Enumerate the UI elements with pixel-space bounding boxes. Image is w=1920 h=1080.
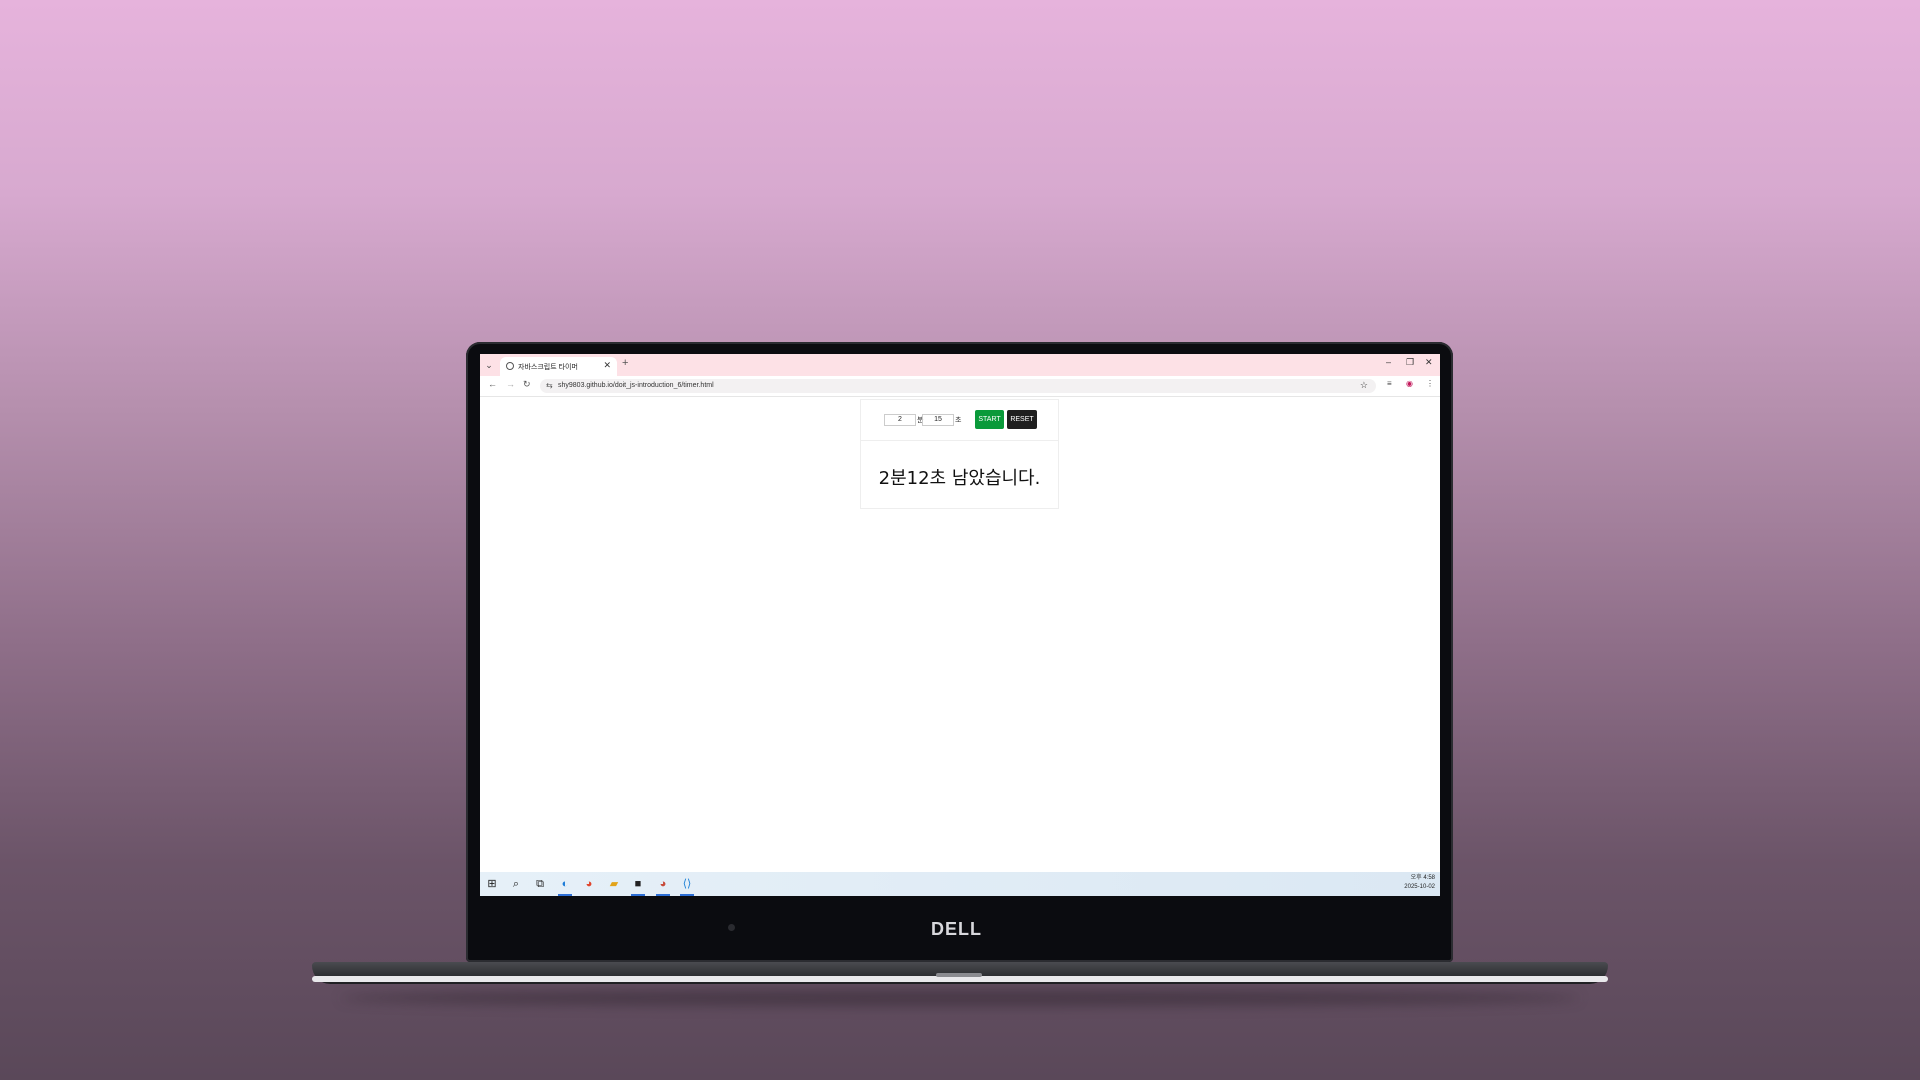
seconds-unit: 초 [955,417,962,424]
edge-icon[interactable]: ◐ [557,876,573,892]
forward-icon[interactable]: → [506,379,515,389]
timer-card: 2 분 15 초 START RESET 2분12초 남았습니다. [860,399,1059,509]
new-tab-button[interactable]: + [622,357,628,369]
webcam [728,924,735,931]
laptop-shadow [340,990,1580,1006]
globe-icon [506,362,514,370]
start-button[interactable]: START [975,410,1004,429]
remaining-time-text: 2분12초 남았습니다. [878,468,1041,489]
minimize-button[interactable]: – [1386,357,1391,367]
active-tab[interactable]: 자바스크립트 타이머 ✕ [500,357,617,376]
chrome-icon[interactable]: ◕ [581,876,597,892]
tab-dropdown-icon[interactable]: ⌄ [482,358,496,372]
url-text: shy9803.github.io/doit_js-introduction_6… [558,382,714,389]
windows-start-icon[interactable]: ⊞ [484,876,500,892]
vscode-icon[interactable]: ⟨⟩ [679,876,695,892]
page-content: 2 분 15 초 START RESET 2분12초 남았습니다. [480,397,1440,872]
close-icon[interactable]: ✕ [603,360,611,371]
menu-icon[interactable]: ⋮ [1426,379,1434,388]
address-bar[interactable]: ⇆ shy9803.github.io/doit_js-introduction… [540,379,1376,393]
taskbar-clock[interactable]: 오후 4:58 2025-10-02 [1404,874,1435,892]
minutes-input[interactable]: 2 [884,414,916,426]
brand-logo: DELL [931,919,982,939]
laptop-notch [936,973,982,977]
clock-date: 2025-10-02 [1404,884,1435,890]
file-explorer-icon[interactable]: ▰ [606,876,622,892]
chrome-profile-icon[interactable]: ◕ [655,876,671,892]
close-window-button[interactable]: ✕ [1425,357,1433,368]
tab-bar: ⌄ 자바스크립트 타이머 ✕ + – ❐ ✕ [480,354,1440,376]
search-icon[interactable]: ⌕ [508,876,524,892]
taskbar: ⊞ ⌕ ⧉ ◐ ◕ ▰ ■ ◕ ⟨⟩ 오후 4:58 2025-10-02 [480,872,1440,896]
screen: ⌄ 자바스크립트 타이머 ✕ + – ❐ ✕ ← → ↻ ⇆ shy9803.g… [480,354,1440,896]
restore-button[interactable]: ❐ [1406,357,1414,368]
timer-controls: 2 분 15 초 START RESET [861,400,1058,441]
profile-icon[interactable]: ◉ [1406,379,1413,388]
tab-title: 자바스크립트 타이머 [518,364,578,371]
reload-icon[interactable]: ↻ [523,379,531,390]
extension-icon[interactable]: ≡ [1387,379,1392,388]
sticky-app-icon[interactable]: ■ [630,876,646,892]
task-view-icon[interactable]: ⧉ [532,876,548,892]
back-icon[interactable]: ← [488,379,497,389]
star-icon[interactable]: ☆ [1360,380,1368,391]
browser-toolbar: ← → ↻ ⇆ shy9803.github.io/doit_js-introd… [480,376,1440,397]
site-info-icon[interactable]: ⇆ [546,381,553,390]
seconds-input[interactable]: 15 [922,414,954,426]
clock-time: 오후 4:58 [1410,875,1435,881]
reset-button[interactable]: RESET [1007,410,1037,429]
